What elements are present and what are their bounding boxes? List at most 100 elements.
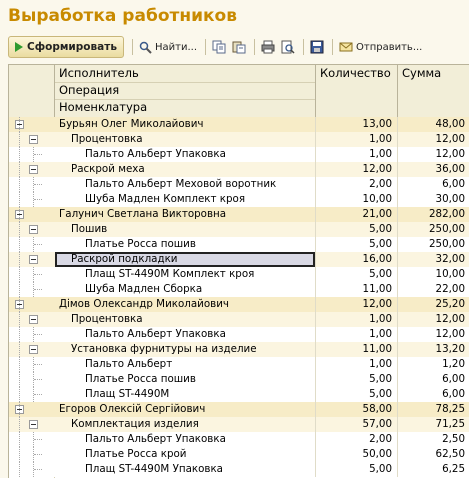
tree-connector <box>33 462 34 477</box>
table-row[interactable]: Пальто Альберт Меховой воротник 2,00 6,00 <box>9 177 469 192</box>
column-item[interactable]: Номенклатура <box>55 99 315 116</box>
find-button[interactable]: Найти... <box>137 37 199 57</box>
row-quantity: 57,00 <box>315 417 397 432</box>
page-title: Выработка работников <box>8 6 237 26</box>
group-row-operation[interactable]: Процентовка 1,00 12,00 <box>9 312 469 327</box>
generate-label: Сформировать <box>27 41 117 53</box>
table-row[interactable]: Пальто Альберт Упаковка 1,00 12,00 <box>9 327 469 342</box>
play-icon <box>15 42 23 52</box>
row-name: Пальто Альберт <box>85 358 173 370</box>
tree-connector <box>19 312 20 327</box>
row-sum: 22,00 <box>397 282 469 297</box>
tree-connector <box>19 342 20 357</box>
row-name: Платье Росса пошив <box>85 373 196 385</box>
save-button[interactable] <box>308 37 326 57</box>
table-row[interactable]: Шуба Мадлен Сборка 11,00 22,00 <box>9 282 469 297</box>
column-quantity[interactable]: Количество <box>315 65 397 117</box>
send-button[interactable]: Отправить... <box>337 37 424 57</box>
copy-icon <box>212 40 226 54</box>
row-sum: 6,00 <box>397 372 469 387</box>
table-row[interactable]: Пальто Альберт Упаковка 1,00 12,00 <box>9 147 469 162</box>
collapse-toggle-icon[interactable] <box>29 420 38 429</box>
row-sum: 6,00 <box>397 177 469 192</box>
group-row-performer[interactable]: Галунич Светлана Викторовна 21,00 282,00 <box>9 207 469 222</box>
table-row[interactable]: Плащ ST-4490M Упаковка 5,00 6,25 <box>9 462 469 477</box>
column-performer[interactable]: Исполнитель <box>55 65 315 83</box>
row-sum: 36,00 <box>397 162 469 177</box>
tree-connector <box>19 162 20 177</box>
preview-button[interactable] <box>279 37 297 57</box>
tree-connector <box>19 447 20 462</box>
group-row-operation[interactable]: Комплектация изделия 57,00 71,25 <box>9 417 469 432</box>
row-quantity: 5,00 <box>315 462 397 477</box>
row-quantity: 2,00 <box>315 177 397 192</box>
row-name: Платье Росса пошив <box>85 238 196 250</box>
paste-button[interactable] <box>230 37 248 57</box>
grid-header: Исполнитель Операция Номенклатура Количе… <box>9 65 469 118</box>
collapse-toggle-icon[interactable] <box>29 165 38 174</box>
group-row-operation[interactable]: Установка фурнитуры на изделие 11,00 13,20 <box>9 342 469 357</box>
tree-connector <box>34 244 42 245</box>
table-row[interactable]: Шуба Мадлен Комплект кроя 10,00 30,00 <box>9 192 469 207</box>
group-row-operation[interactable]: Пошив 5,00 250,00 <box>9 222 469 237</box>
tree-connector <box>19 327 20 342</box>
row-sum: 13,20 <box>397 342 469 357</box>
table-row[interactable]: Плащ ST-4490M 5,00 6,00 <box>9 387 469 402</box>
table-row[interactable]: Плащ ST-4490M Комплект кроя 5,00 10,00 <box>9 267 469 282</box>
toolbar-separator <box>131 39 133 55</box>
tree-connector <box>33 237 34 252</box>
collapse-toggle-icon[interactable] <box>29 135 38 144</box>
column-sum[interactable]: Сумма <box>397 65 469 117</box>
tree-connector <box>19 267 20 282</box>
tree-header-cell <box>9 65 55 117</box>
group-row-operation[interactable]: Раскрой подкладки 16,00 32,00 <box>9 252 469 267</box>
row-sum: 32,00 <box>397 252 469 267</box>
row-name: Установка фурнитуры на изделие <box>71 343 257 355</box>
row-name: Шуба Мадлен Комплект кроя <box>85 193 246 205</box>
table-row[interactable]: Платье Росса пошив 5,00 250,00 <box>9 237 469 252</box>
row-quantity: 10,00 <box>315 192 397 207</box>
print-button[interactable] <box>259 37 277 57</box>
row-sum: 12,00 <box>397 312 469 327</box>
table-row[interactable]: Платье Росса крой 50,00 62,50 <box>9 447 469 462</box>
collapse-toggle-icon[interactable] <box>29 315 38 324</box>
print-icon <box>261 40 275 54</box>
tree-connector <box>34 439 42 440</box>
row-name: Пальто Альберт Меховой воротник <box>85 178 277 190</box>
find-label: Найти... <box>154 41 197 53</box>
tree-connector <box>19 402 20 417</box>
column-operation[interactable]: Операция <box>55 82 315 100</box>
tree-connector <box>34 469 42 470</box>
group-row-performer[interactable]: Бурьян Олег Миколайович 13,00 48,00 <box>9 117 469 132</box>
group-row-performer[interactable]: Егоров Олексій Сергійович 58,00 78,25 <box>9 402 469 417</box>
tree-connector <box>19 252 20 267</box>
table-row[interactable]: Платье Росса пошив 5,00 6,00 <box>9 372 469 387</box>
collapse-toggle-icon[interactable] <box>29 345 38 354</box>
tree-connector <box>34 379 42 380</box>
row-sum: 250,00 <box>397 237 469 252</box>
group-row-operation[interactable]: Процентовка 1,00 12,00 <box>9 132 469 147</box>
row-quantity: 5,00 <box>315 237 397 252</box>
row-name: Пальто Альберт Упаковка <box>85 148 226 160</box>
table-row[interactable]: Пальто Альберт Упаковка 2,00 2,50 <box>9 432 469 447</box>
tree-connector <box>33 387 34 402</box>
group-row-operation[interactable]: Раскрой меха 12,00 36,00 <box>9 162 469 177</box>
generate-button[interactable]: Сформировать <box>8 36 124 58</box>
row-sum: 25,20 <box>397 297 469 312</box>
tree-connector <box>34 289 42 290</box>
tree-connector <box>19 282 20 297</box>
save-icon <box>310 40 324 54</box>
tree-connector <box>19 372 20 387</box>
row-sum: 62,50 <box>397 447 469 462</box>
group-row-performer[interactable]: Дімов Олександр Миколайович 12,00 25,20 <box>9 297 469 312</box>
collapse-toggle-icon[interactable] <box>29 225 38 234</box>
row-quantity: 50,00 <box>315 447 397 462</box>
copy-button[interactable] <box>210 37 228 57</box>
table-row[interactable]: Пальто Альберт 1,00 1,20 <box>9 357 469 372</box>
row-quantity: 5,00 <box>315 387 397 402</box>
row-quantity: 1,00 <box>315 357 397 372</box>
collapse-toggle-icon[interactable] <box>29 255 38 264</box>
preview-icon <box>281 40 295 54</box>
row-quantity: 13,00 <box>315 117 397 132</box>
row-sum: 250,00 <box>397 222 469 237</box>
